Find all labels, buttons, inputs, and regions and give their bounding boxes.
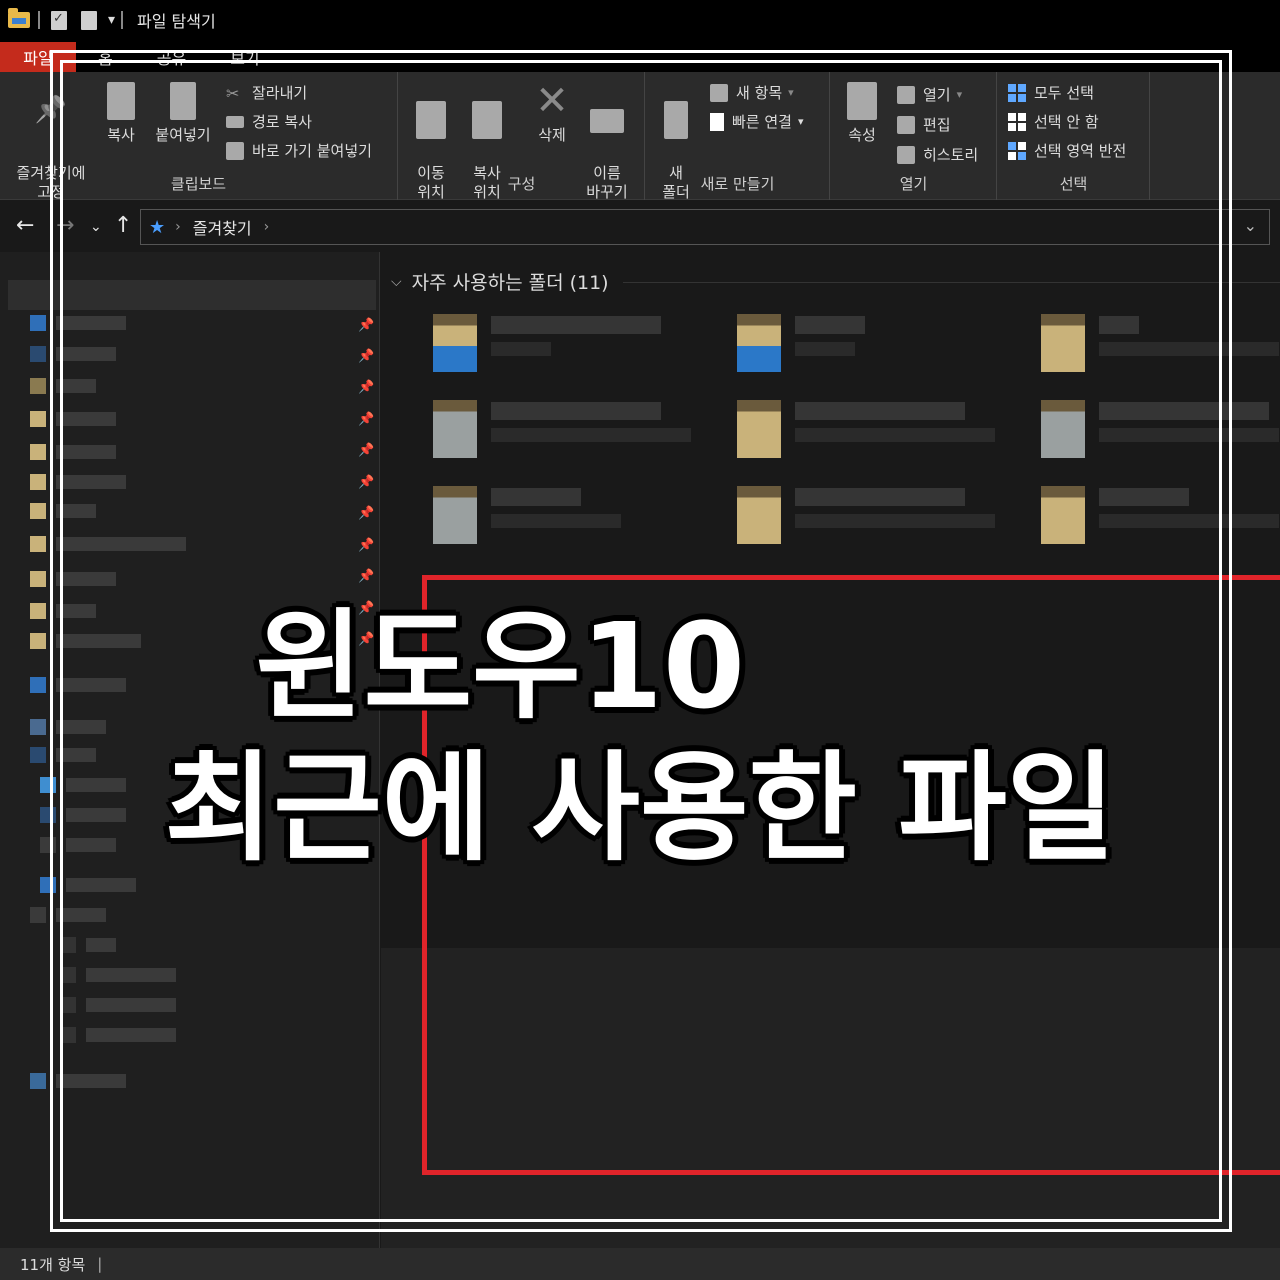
separator	[121, 11, 124, 29]
new-folder-quick-icon[interactable]	[78, 10, 100, 30]
customize-dropdown-icon[interactable]: ▾	[108, 12, 115, 28]
back-arrow-icon[interactable]: ←	[16, 213, 34, 238]
headline-line2: 최근에 사용한 파일	[164, 739, 1116, 877]
item-count: 11개 항목	[20, 1255, 86, 1274]
title-bar: ▾ 파일 탐색기	[0, 0, 1280, 40]
status-bar: 11개 항목 |	[0, 1248, 1280, 1280]
address-dropdown-icon[interactable]: ⌄	[1244, 216, 1257, 235]
status-separator: |	[97, 1255, 103, 1273]
properties-quick-icon[interactable]	[48, 10, 70, 30]
window-title: 파일 탐색기	[137, 12, 216, 31]
folder-icon	[8, 8, 30, 30]
separator	[38, 11, 40, 29]
